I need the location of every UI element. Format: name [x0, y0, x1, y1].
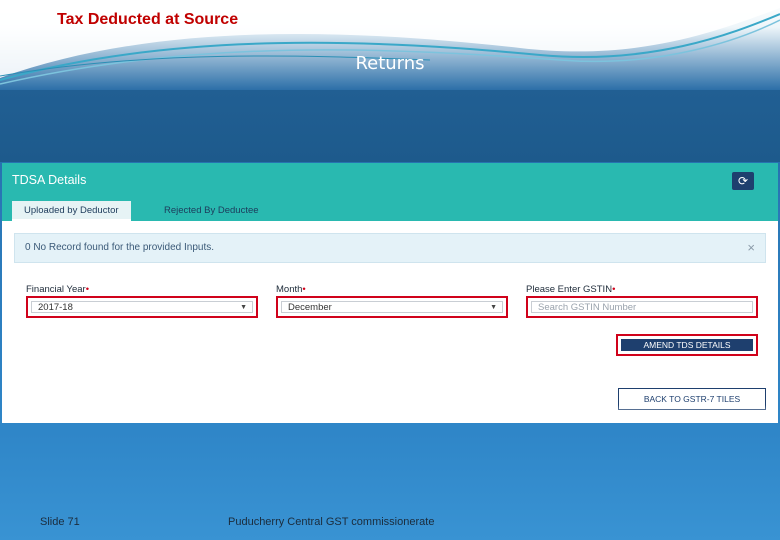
refresh-icon[interactable]: ⟳ — [732, 172, 754, 190]
slide-top-title: Tax Deducted at Source — [57, 11, 239, 28]
financial-year-select[interactable]: 2017-18 ▼ — [31, 301, 253, 313]
slide-footer-org: Puducherry Central GST commissionerate — [228, 516, 435, 528]
amend-highlight: AMEND TDS DETAILS — [616, 334, 758, 356]
required-marker: • — [85, 284, 90, 295]
slide-main-title: Returns — [355, 53, 425, 74]
required-marker: • — [612, 284, 616, 295]
tdsa-title: TDSA Details — [12, 173, 87, 187]
month-highlight: December ▼ — [276, 296, 508, 318]
close-icon[interactable]: × — [747, 234, 755, 262]
month-label: Month• — [276, 284, 306, 295]
gstin-input[interactable]: Search GSTIN Number — [531, 301, 753, 313]
tdsa-screenshot: TDSA Details ⟳ Uploaded by Deductor Reje… — [2, 163, 778, 423]
tab-uploaded-by-deductor[interactable]: Uploaded by Deductor — [12, 201, 131, 221]
chevron-down-icon: ▼ — [490, 304, 497, 311]
chevron-down-icon: ▼ — [240, 304, 247, 311]
tdsa-header: TDSA Details ⟳ Uploaded by Deductor Reje… — [2, 163, 778, 221]
required-marker: • — [302, 284, 306, 295]
no-record-alert: 0 No Record found for the provided Input… — [14, 233, 766, 263]
gstin-label: Please Enter GSTIN• — [526, 284, 616, 295]
financial-year-highlight: 2017-18 ▼ — [26, 296, 258, 318]
financial-year-label: Financial Year• — [26, 284, 90, 295]
gstin-highlight: Search GSTIN Number — [526, 296, 758, 318]
slide-number: Slide 71 — [40, 516, 80, 528]
amend-tds-details-button[interactable]: AMEND TDS DETAILS — [621, 339, 753, 351]
tab-rejected-by-deductee[interactable]: Rejected By Deductee — [152, 201, 271, 221]
month-select[interactable]: December ▼ — [281, 301, 503, 313]
screenshot-fade — [2, 405, 778, 423]
slide-mid-band — [0, 90, 780, 162]
alert-text: 0 No Record found for the provided Input… — [25, 242, 215, 253]
